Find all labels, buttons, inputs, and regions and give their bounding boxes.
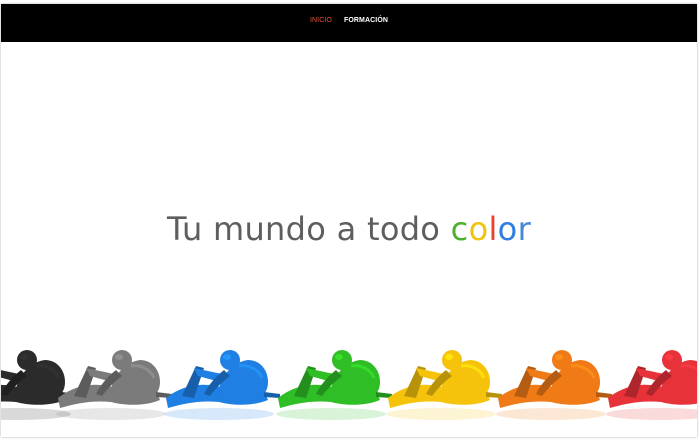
hero-letter-l: l — [488, 210, 498, 248]
hero-letter-c: c — [450, 210, 469, 248]
hero-text-main: Tu mundo a todo — [166, 210, 451, 248]
figurine — [496, 350, 612, 420]
figurine — [276, 350, 392, 420]
hero-letter-o1: o — [468, 210, 489, 248]
hero-letter-o2: o — [497, 210, 518, 248]
figurine — [56, 350, 172, 420]
nav-item-formacion[interactable]: FORMACIÓN — [344, 17, 388, 24]
top-navbar: INICIO FORMACIÓN — [1, 4, 697, 42]
figurine — [606, 350, 697, 420]
figurine — [164, 350, 280, 420]
figurine — [386, 350, 502, 420]
hero-letter-r: r — [517, 210, 532, 248]
nav-item-inicio[interactable]: INICIO — [310, 17, 332, 24]
nav-menu: INICIO FORMACIÓN — [1, 17, 697, 24]
page-frame: INICIO FORMACIÓN Tu mundo a todo color — [1, 4, 697, 437]
hero-figurines-image — [1, 344, 697, 437]
hero-headline: Tu mundo a todo color — [1, 210, 697, 248]
figurines-illustration — [1, 350, 697, 420]
figurine — [1, 350, 77, 420]
